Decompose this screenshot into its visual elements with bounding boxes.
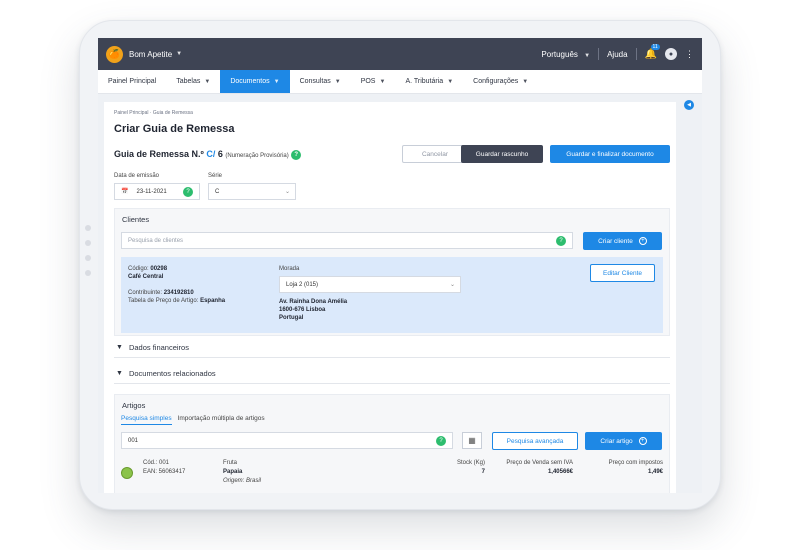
article-origin: Origem: Brasil	[223, 478, 262, 484]
cancel-button[interactable]: Cancelar	[402, 145, 468, 163]
top-bar: 🍊 Bom Apetite ▼ Português ▼ Ajuda 🔔 11 ● …	[98, 38, 702, 70]
article-name: Papaia	[223, 469, 243, 475]
clients-title: Clientes	[122, 215, 150, 224]
tablet-side-buttons	[83, 225, 93, 285]
plus-icon: +	[638, 437, 647, 445]
tab-multi-import[interactable]: Importação múltipla de artigos	[178, 415, 265, 425]
address-label: Morada	[279, 266, 300, 272]
client-nif: Contribuinte: 234192810	[128, 290, 194, 296]
chevron-down-icon: ▼	[522, 78, 529, 85]
serie-select[interactable]: C ⌄	[208, 183, 296, 200]
client-code: Código: 00298	[128, 266, 168, 272]
client-details: Código: 00298 Café Central Contribuinte:…	[121, 257, 663, 333]
nav-item-tributaria[interactable]: A. Tributária ▼	[395, 70, 463, 93]
chevron-down-icon[interactable]: ▼	[176, 51, 182, 57]
help-icon[interactable]: ?	[183, 186, 193, 197]
edit-client-button[interactable]: Editar Cliente	[590, 264, 655, 282]
address-line-2: 1600-676 Lisboa	[279, 307, 326, 313]
save-draft-button[interactable]: Guardar rascunho	[461, 145, 543, 163]
create-article-button[interactable]: Criar artigo +	[585, 432, 662, 450]
date-label: Data de emissão	[114, 173, 160, 179]
create-client-button[interactable]: Criar cliente +	[583, 232, 662, 250]
calendar-icon: 📅	[121, 189, 129, 195]
help-icon[interactable]: ?	[291, 149, 302, 160]
articles-tabs: Pesquisa simples Importação múltipla de …	[121, 415, 265, 425]
document-number: Guia de Remessa N.º C/ 6 (Numeração Prov…	[114, 149, 302, 160]
nav-item-consultas[interactable]: Consultas ▼	[290, 70, 351, 93]
date-field[interactable]: 📅 23-11-2021 ?	[114, 183, 200, 200]
notification-badge: 11	[650, 43, 660, 50]
address-select[interactable]: Loja 2 (015) ⌄	[279, 276, 461, 293]
client-search-input[interactable]: Pesquisa de clientes ?	[121, 232, 573, 249]
tax-price-label: Preço com impostos	[608, 460, 663, 466]
chevron-down-icon: ▼	[273, 78, 280, 85]
stock-label: Stock (Kg)	[456, 460, 485, 466]
help-icon[interactable]: ?	[556, 235, 566, 246]
main-nav: Painel Principal Tabelas ▼ Documentos ▼ Co…	[98, 70, 702, 94]
clients-section: Clientes Pesquisa de clientes ? Criar cl…	[114, 208, 670, 336]
divider	[635, 48, 637, 60]
chevron-down-icon: ▼	[447, 78, 454, 85]
bell-icon[interactable]: 🔔 11	[645, 43, 660, 60]
stock-value: 7	[481, 469, 485, 475]
tax-price-value: 1,49€	[647, 469, 663, 475]
articles-title: Artigos	[122, 401, 146, 410]
article-category: Fruta	[223, 460, 238, 466]
nav-item-painel[interactable]: Painel Principal	[98, 70, 166, 93]
article-search-input[interactable]: 001 ?	[121, 432, 453, 449]
app-screen: 🍊 Bom Apetite ▼ Português ▼ Ajuda 🔔 11 ● …	[98, 38, 702, 493]
advanced-search-button[interactable]: Pesquisa avançada	[492, 432, 578, 450]
page-title: Criar Guia de Remessa	[114, 123, 235, 135]
address-line-1: Av. Rainha Dona Amélia	[279, 299, 348, 305]
content-area: ◀ Painel Principal · Guia de Remessa Cri…	[98, 94, 702, 493]
chevron-down-icon: ▼	[584, 52, 591, 59]
client-name: Café Central	[128, 274, 164, 280]
more-vertical-icon[interactable]: ⋮	[685, 49, 694, 60]
language-selector[interactable]: Português ▼	[541, 50, 590, 59]
nav-item-configuracoes[interactable]: Configurações ▼	[463, 70, 538, 93]
tab-simple-search[interactable]: Pesquisa simples	[121, 415, 172, 425]
price-label: Preço de Venda sem IVA	[506, 460, 573, 466]
client-price-table: Tabela de Preço de Artigo: Espanha	[128, 298, 226, 304]
articles-section: Artigos Pesquisa simples Importação múlt…	[114, 394, 670, 493]
divider	[598, 48, 600, 60]
papaya-icon	[121, 467, 133, 479]
barcode-icon[interactable]: ▦	[462, 432, 482, 449]
help-icon[interactable]: ?	[436, 435, 446, 446]
chevron-down-icon: ⌄	[449, 282, 455, 288]
save-finalize-button[interactable]: Guardar e finalizar documento	[550, 145, 670, 163]
address-line-3: Portugal	[279, 315, 304, 321]
chevron-down-icon: ▼	[116, 344, 123, 351]
help-link[interactable]: Ajuda	[607, 50, 627, 59]
nav-item-pos[interactable]: POS ▼	[351, 70, 396, 93]
price-value: 1,40566€	[547, 469, 573, 475]
chevron-down-icon: ▼	[116, 370, 123, 377]
sidebar-toggle-icon[interactable]: ◀	[684, 100, 694, 110]
article-code: Cód.: 001	[143, 460, 170, 466]
serie-label: Série	[208, 173, 223, 179]
article-ean: EAN: 56063417	[143, 469, 186, 475]
brand-name[interactable]: Bom Apetite	[129, 50, 172, 59]
chevron-down-icon: ▼	[204, 78, 211, 85]
chevron-down-icon: ▼	[334, 78, 341, 85]
brand-logo-icon: 🍊	[106, 45, 123, 63]
avatar[interactable]: ●	[665, 48, 677, 60]
plus-icon: +	[638, 237, 647, 245]
chevron-down-icon: ▼	[379, 78, 386, 85]
related-documents-toggle[interactable]: ▼ Documentos relacionados	[114, 364, 670, 384]
financial-data-toggle[interactable]: ▼ Dados financeiros	[114, 338, 670, 358]
document-panel: Painel Principal · Guia de Remessa Criar…	[104, 102, 676, 493]
nav-item-documentos[interactable]: Documentos ▼	[220, 70, 290, 93]
nav-item-tabelas[interactable]: Tabelas ▼	[166, 70, 220, 93]
breadcrumb[interactable]: Painel Principal · Guia de Remessa	[114, 110, 193, 116]
chevron-down-icon: ⌄	[284, 189, 290, 195]
doc-series[interactable]: C/	[206, 149, 215, 159]
